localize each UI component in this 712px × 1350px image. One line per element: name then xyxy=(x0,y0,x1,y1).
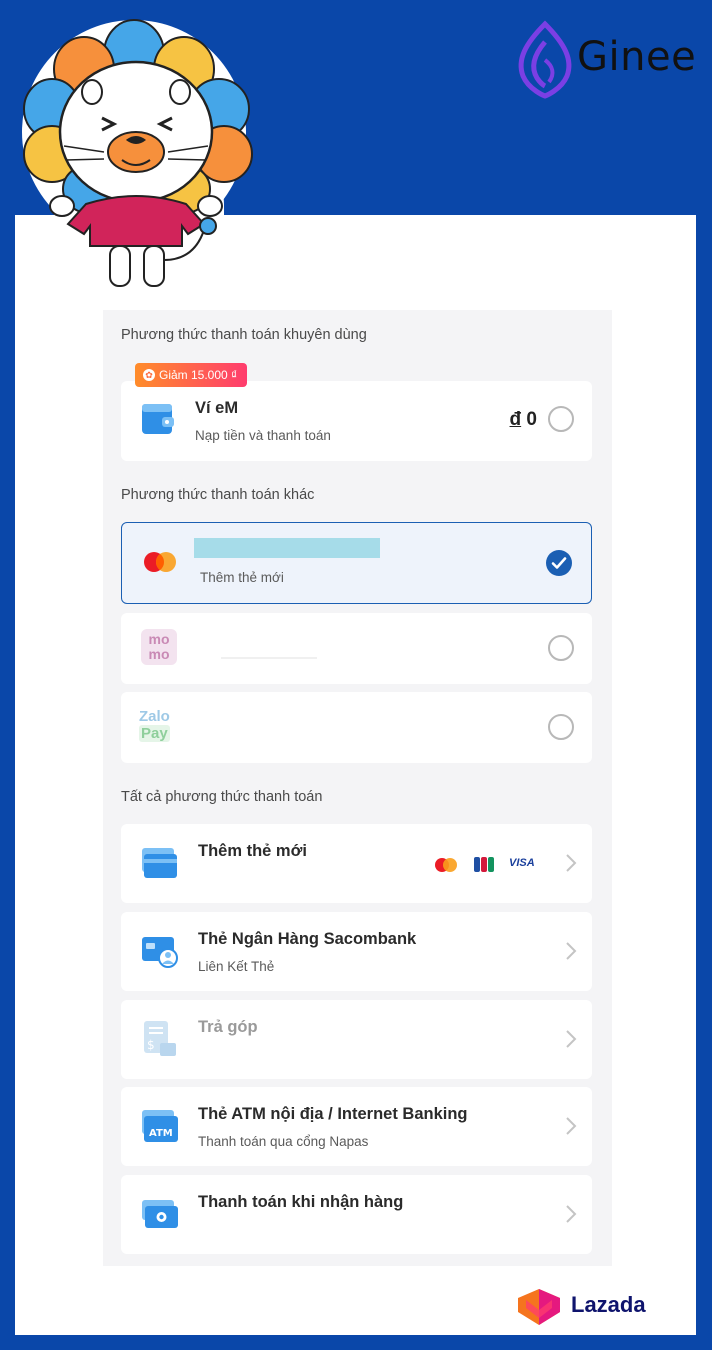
discount-icon: ✿ xyxy=(143,369,155,381)
chevron-right-icon xyxy=(566,1117,577,1135)
checkmark-icon xyxy=(551,557,567,569)
wallet-radio[interactable] xyxy=(548,406,574,432)
lion-mascot-illustration xyxy=(22,19,253,294)
atm-title: Thẻ ATM nội địa / Internet Banking xyxy=(198,1105,468,1123)
saved-card-radio-checked[interactable] xyxy=(546,550,572,576)
zalopay-radio[interactable] xyxy=(548,714,574,740)
ginee-wordmark: Ginee xyxy=(577,34,697,80)
payment-method-atm[interactable]: ATM Thẻ ATM nội địa / Internet Banking T… xyxy=(121,1087,592,1166)
lazada-logo: Lazada xyxy=(516,1288,656,1325)
zalopay-logo-top: Zalo xyxy=(139,708,170,725)
section-title-all: Tất cả phương thức thanh toán xyxy=(121,789,323,805)
cod-title: Thanh toán khi nhận hàng xyxy=(198,1193,404,1211)
payment-method-cod[interactable]: Thanh toán khi nhận hàng xyxy=(121,1175,592,1254)
lazada-wordmark: Lazada xyxy=(571,1292,646,1317)
atm-icon: ATM xyxy=(142,1110,178,1142)
atm-subtitle: Thanh toán qua cổng Napas xyxy=(198,1134,369,1149)
payment-method-add-card[interactable]: Thêm thẻ mới VISA xyxy=(121,824,592,903)
wallet-balance-value: 0 xyxy=(526,409,537,430)
payment-method-sacombank[interactable]: Thẻ Ngân Hàng Sacombank Liên Kết Thẻ xyxy=(121,912,592,991)
payment-option-zalopay[interactable]: Zalo Pay xyxy=(121,692,592,763)
momo-logo: mo mo xyxy=(141,629,177,665)
wallet-title: Ví eM xyxy=(195,399,239,417)
sacombank-title: Thẻ Ngân Hàng Sacombank xyxy=(198,930,417,948)
payment-option-saved-card[interactable]: Thêm thẻ mới xyxy=(121,522,592,604)
mastercard-icon xyxy=(144,552,176,572)
cash-icon xyxy=(142,1200,178,1228)
discount-badge-label: Giảm 15.000 ₫ xyxy=(159,368,238,382)
section-title-recommended: Phương thức thanh toán khuyên dùng xyxy=(121,327,367,343)
lazada-heart-icon xyxy=(518,1289,560,1325)
payment-method-installment[interactable]: $ Trả góp xyxy=(121,1000,592,1079)
wallet-icon xyxy=(142,404,174,434)
section-title-other: Phương thức thanh toán khác xyxy=(121,487,315,503)
chevron-right-icon xyxy=(566,942,577,960)
svg-text:$: $ xyxy=(147,1038,155,1052)
discount-badge: ✿ Giảm 15.000 ₫ xyxy=(135,363,248,387)
ginee-logo: Ginee xyxy=(515,20,705,100)
momo-radio[interactable] xyxy=(548,635,574,661)
ginee-leaf-icon xyxy=(518,20,572,99)
add-card-title: Thêm thẻ mới xyxy=(198,842,307,860)
zalopay-logo: Zalo Pay xyxy=(139,708,179,748)
payment-option-wallet[interactable]: Ví eM Nạp tiền và thanh toán đ 0 xyxy=(121,381,592,461)
payment-option-momo[interactable]: mo mo xyxy=(121,613,592,684)
wallet-subtitle: Nạp tiền và thanh toán xyxy=(195,428,331,443)
chevron-right-icon xyxy=(566,1030,577,1048)
masked-account xyxy=(221,657,317,659)
installment-icon: $ xyxy=(144,1021,176,1056)
chevron-right-icon xyxy=(566,1205,577,1223)
zalopay-logo-bottom: Pay xyxy=(139,725,170,742)
saved-card-subtitle: Thêm thẻ mới xyxy=(200,570,284,585)
bank-card-user-icon xyxy=(142,937,178,968)
masked-card-number xyxy=(194,538,380,558)
svg-text:ATM: ATM xyxy=(149,1128,173,1139)
mastercard-brand-icon xyxy=(435,858,457,872)
jcb-brand-icon xyxy=(474,857,494,872)
wallet-balance: đ 0 xyxy=(510,409,537,431)
currency-symbol: đ xyxy=(509,409,522,430)
card-icon xyxy=(142,848,177,878)
chevron-right-icon xyxy=(566,854,577,872)
sacombank-subtitle: Liên Kết Thẻ xyxy=(198,959,275,974)
momo-logo-bottom: mo xyxy=(148,646,170,662)
installment-title: Trả góp xyxy=(198,1018,258,1036)
momo-logo-top: mo xyxy=(148,631,170,647)
visa-brand-icon: VISA xyxy=(509,857,535,869)
